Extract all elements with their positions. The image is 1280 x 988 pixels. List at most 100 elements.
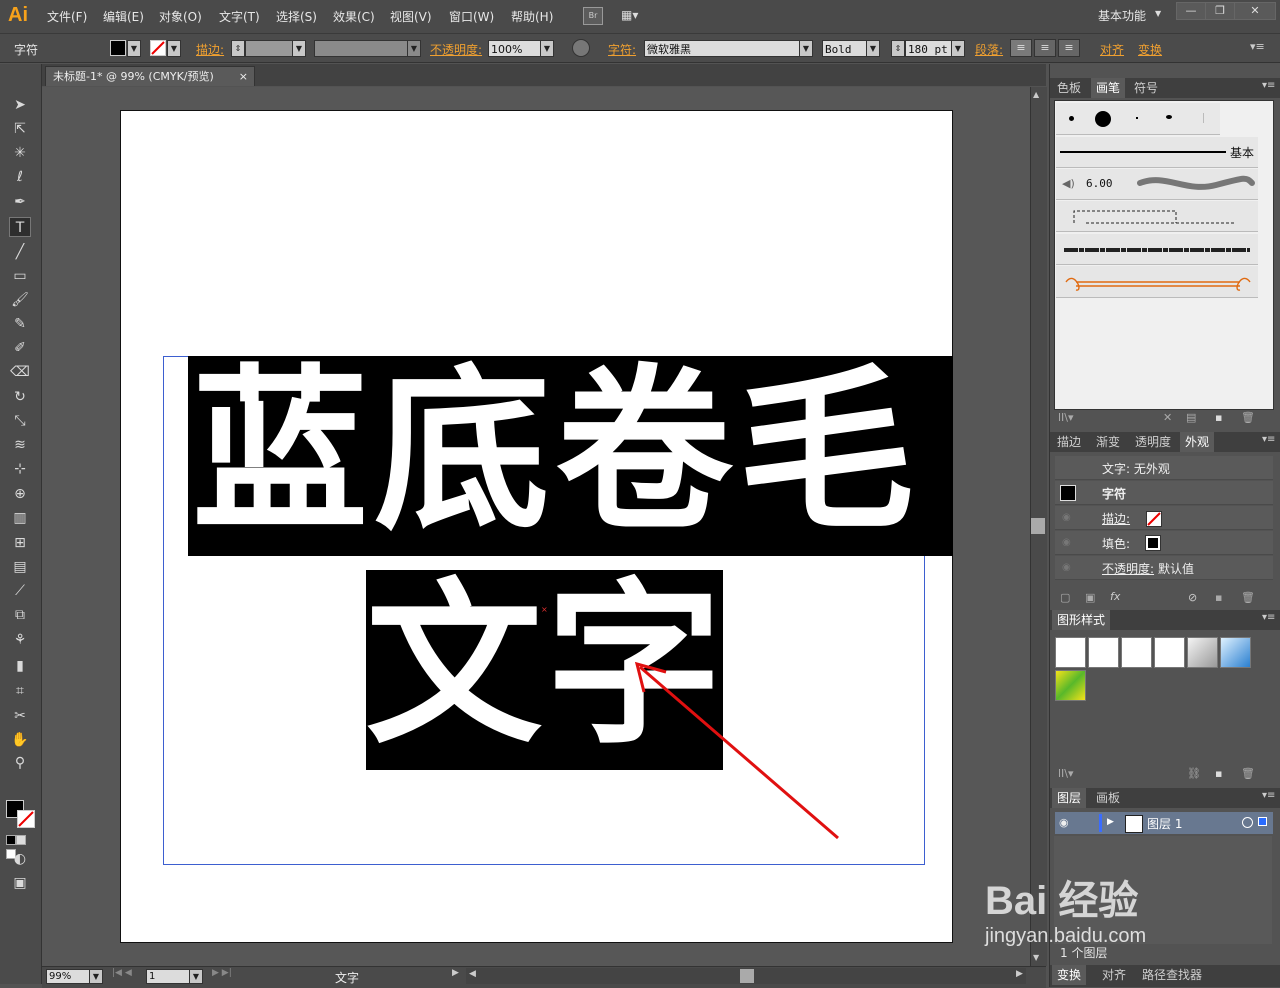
artboard-number-input[interactable]: 1 [146,969,190,984]
tab-swatches[interactable]: 色板 [1052,78,1086,98]
font-family-input[interactable]: 微软雅黑 [644,40,800,57]
screen-mode-icon[interactable]: ▣ [9,873,31,893]
menu-window[interactable]: 窗口(W) [449,8,494,25]
eyedropper-tool-icon[interactable]: ⟋ [9,581,31,601]
magic-wand-tool-icon[interactable]: ✳ [9,143,31,163]
menu-type[interactable]: 文字(T) [219,8,260,25]
thin-brush-icon[interactable] [1203,113,1204,123]
selection-indicator[interactable] [1258,817,1267,826]
gradient-tool-icon[interactable]: ▤ [9,557,31,577]
first-artboard-icon[interactable]: |◀ ◀ [112,968,132,978]
draw-mode-icon[interactable]: ◐ [9,849,31,869]
style-library-icon[interactable]: lΙ\▾ [1058,767,1074,780]
tab-layers[interactable]: 图层 [1052,788,1087,808]
perspective-grid-tool-icon[interactable]: ▥ [9,508,31,528]
blend-tool-icon[interactable]: ⧉ [9,605,31,625]
align-left-button[interactable]: ≡ [1010,39,1032,57]
fill-black-swatch[interactable] [1145,535,1161,551]
close-icon[interactable]: × [239,67,248,87]
recolor-icon[interactable] [572,39,590,57]
zoom-dropdown[interactable]: ▼ [89,969,103,984]
next-artboard-icon[interactable]: ▶ ▶| [212,968,232,978]
scroll-up-icon[interactable]: ▲ [1033,90,1039,99]
font-size-dropdown[interactable]: ▼ [951,40,965,57]
appearance-opacity-label[interactable]: 不透明度: [1102,560,1154,577]
break-link-icon[interactable]: ⛓ [1187,767,1201,780]
zoom-input[interactable]: 99% [46,969,90,984]
appearance-opacity-row[interactable]: ◉ 不透明度: 默认值 [1055,556,1273,580]
tab-pathfinder[interactable]: 路径查找器 [1137,965,1207,985]
appearance-stroke-row[interactable]: ◉ 描边: [1055,506,1273,530]
opacity-dropdown[interactable]: ▼ [540,40,554,57]
graphic-style-default[interactable] [1055,637,1086,668]
line-tool-icon[interactable]: ╱ [9,242,31,262]
delete-icon[interactable]: 🗑 [1241,767,1255,780]
stroke-color-box[interactable] [17,810,35,828]
font-style-input[interactable]: Bold [822,40,867,57]
menu-help[interactable]: 帮助(H) [511,8,553,25]
brush-calligraphic[interactable]: ◀) 6.00 [1056,169,1258,200]
eye-icon[interactable]: ◉ [1062,537,1071,548]
close-window-button[interactable]: ✕ [1234,2,1276,20]
options-icon[interactable]: ▤ [1186,411,1196,424]
graphic-style-white[interactable] [1121,637,1152,668]
character-label[interactable]: 字符: [608,41,636,58]
eraser-tool-icon[interactable]: ⌫ [9,362,31,382]
appearance-stroke-label[interactable]: 描边: [1102,510,1130,527]
brush-basic[interactable]: 基本 [1056,137,1258,168]
opacity-label[interactable]: 不透明度: [430,41,482,58]
stroke-label[interactable]: 描边: [196,41,224,58]
round-brush-icon[interactable] [1069,116,1074,121]
oval-brush-icon[interactable] [1166,115,1172,119]
layer-name[interactable]: 图层 1 [1147,815,1182,832]
tab-stroke[interactable]: 描边 [1052,432,1086,452]
panel-menu-icon[interactable]: ▾≡ [1262,434,1275,445]
font-family-dropdown[interactable]: ▼ [799,40,813,57]
graphic-style-blue-gradient[interactable] [1220,637,1251,668]
fill-dropdown[interactable]: ▼ [127,40,141,57]
column-graph-tool-icon[interactable]: ▮ [9,656,31,676]
menu-effect[interactable]: 效果(C) [333,8,375,25]
vertical-scroll-thumb[interactable] [1031,518,1045,534]
shape-builder-tool-icon[interactable]: ⊕ [9,484,31,504]
tab-graphic-styles[interactable]: 图形样式 [1052,610,1111,630]
menu-edit[interactable]: 编辑(E) [103,8,144,25]
tab-appearance[interactable]: 外观 [1180,432,1215,452]
scale-tool-icon[interactable]: ⤡ [9,411,31,431]
artboard-dropdown[interactable]: ▼ [189,969,203,984]
brush-rough[interactable] [1056,234,1258,265]
graphic-style-none-stroke[interactable] [1088,637,1119,668]
rotate-tool-icon[interactable]: ↻ [9,387,31,407]
panel-menu-icon[interactable]: ▾≡ [1262,612,1275,623]
eye-icon[interactable]: ◉ [1059,816,1069,829]
menu-object[interactable]: 对象(O) [159,8,202,25]
round-brush-large-icon[interactable] [1095,111,1111,127]
zoom-tool-icon[interactable]: ⚲ [9,753,31,773]
symbol-sprayer-tool-icon[interactable]: ⚘ [9,630,31,650]
status-menu-icon[interactable]: ▶ [452,968,459,978]
panel-menu-icon[interactable]: ▾≡ [1262,80,1275,91]
workspace-switcher[interactable]: 基本功能 [1098,7,1146,24]
restore-button[interactable]: ❐ [1205,2,1235,20]
fx-icon[interactable]: fx [1110,590,1120,603]
appearance-fill-row[interactable]: ◉ 填色: [1055,531,1273,555]
graphic-style-green-pattern[interactable] [1055,670,1086,701]
pen-tool-icon[interactable]: ✒ [9,192,31,212]
opacity-input[interactable]: 100% [488,40,541,57]
tab-symbols[interactable]: 符号 [1129,78,1163,98]
pencil-tool-icon[interactable]: ✎ [9,314,31,334]
target-icon[interactable] [1242,817,1253,828]
artboard-tool-icon[interactable]: ⌗ [9,681,31,701]
appearance-character-row[interactable]: 字符 [1055,481,1273,505]
type-tool-icon[interactable]: T [9,217,31,237]
horizontal-scroll-thumb[interactable] [740,969,754,983]
layer-row[interactable]: ◉ ▶ 图层 1 [1055,812,1273,834]
text-line-1[interactable]: 蓝底卷毛 [192,352,920,552]
align-right-button[interactable]: ≡ [1058,39,1080,57]
slice-tool-icon[interactable]: ✂ [9,706,31,726]
stroke-weight-stepper[interactable]: ⇕ [231,40,245,57]
align-panel-link[interactable]: 对齐 [1100,41,1124,58]
remove-stroke-icon[interactable]: ✕ [1163,411,1172,424]
mesh-tool-icon[interactable]: ⊞ [9,533,31,553]
add-fill-icon[interactable]: ▣ [1085,591,1095,604]
